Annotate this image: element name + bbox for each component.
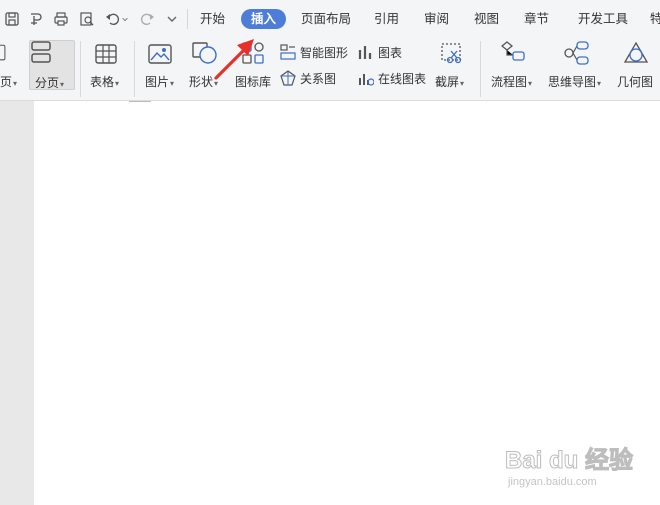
page-break-button[interactable]: 分页▾	[29, 40, 75, 90]
blank-page-label: 页	[0, 75, 13, 89]
red-arrow-annotation	[214, 39, 254, 80]
redo-icon[interactable]	[138, 10, 156, 28]
mind-map-icon	[564, 41, 589, 65]
more-commands-icon[interactable]	[163, 10, 181, 28]
page-break-label: 分页	[35, 76, 60, 90]
tab-view[interactable]: 视图	[474, 9, 499, 29]
tab-developer[interactable]: 开发工具	[578, 9, 628, 29]
blank-page-button[interactable]: 页▾	[0, 37, 22, 97]
flowchart-button[interactable]: 流程图▾	[488, 37, 540, 97]
table-label: 表格	[90, 75, 115, 89]
online-chart-icon	[359, 74, 374, 86]
relation-chart-icon	[280, 70, 296, 86]
ribbon-divider	[80, 41, 81, 97]
relation-chart-label: 关系图	[300, 72, 337, 86]
save-icon[interactable]	[3, 10, 21, 28]
screenshot-button[interactable]: 截屏▾	[432, 37, 472, 97]
tab-page-layout[interactable]: 页面布局	[301, 9, 351, 29]
smart-graphic-label: 智能图形	[300, 46, 349, 60]
online-chart-label: 在线图表	[378, 72, 427, 86]
ribbon-divider	[480, 41, 481, 97]
flowchart-icon	[501, 41, 525, 61]
print-icon[interactable]	[52, 10, 70, 28]
smart-graphic-icon	[280, 44, 296, 60]
page-icon	[0, 44, 6, 61]
tab-insert[interactable]: 插入	[241, 9, 287, 29]
geometry-button[interactable]: 几何图	[614, 37, 660, 97]
screenshot-label: 截屏	[435, 75, 460, 89]
watermark-main: Bai du 经验	[504, 447, 634, 475]
tab-home[interactable]: 开始	[200, 9, 225, 29]
undo-dropdown-icon[interactable]	[120, 10, 130, 28]
table-button[interactable]: 表格▾	[88, 37, 128, 97]
ribbon-divider	[134, 41, 135, 97]
online-chart-button[interactable]: 在线图表	[357, 68, 429, 88]
relation-chart-button[interactable]: 关系图	[279, 68, 349, 88]
divider	[187, 9, 188, 29]
title-menu-bar: 开始 插入 页面布局 引用 审阅 视图 章节 开发工具 特	[0, 0, 660, 37]
mind-map-button[interactable]: 思维导图▾	[545, 37, 609, 97]
baidu-watermark: Bai du 经验 jingyan.baidu.com	[504, 440, 655, 495]
geometry-label: 几何图	[617, 75, 654, 89]
tab-special[interactable]: 特	[650, 9, 660, 29]
export-pdf-icon[interactable]	[27, 10, 45, 28]
geometry-icon	[624, 42, 648, 63]
tab-review[interactable]: 审阅	[424, 9, 449, 29]
flowchart-label: 流程图	[491, 75, 528, 89]
picture-label: 图片	[145, 75, 170, 89]
print-preview-icon[interactable]	[78, 10, 96, 28]
chart-icon	[358, 46, 372, 59]
tab-references[interactable]: 引用	[374, 9, 399, 29]
ruler-marker	[129, 101, 151, 102]
chart-label: 图表	[378, 46, 403, 60]
smart-graphic-button[interactable]: 智能图形	[279, 42, 353, 62]
page-break-icon	[31, 41, 51, 63]
watermark-sub: jingyan.baidu.com	[508, 476, 597, 488]
ribbon-toolbar: 页▾ 分页▾ 表格▾ 图片▾ 形状▾ 图标库 智能图形 关系图 图表 在线图表 …	[0, 37, 660, 101]
picture-button[interactable]: 图片▾	[142, 37, 180, 97]
mind-map-label: 思维导图	[548, 75, 597, 89]
chart-button[interactable]: 图表	[357, 42, 409, 62]
picture-icon	[148, 44, 172, 64]
table-icon	[95, 44, 117, 64]
scissors-icon	[441, 43, 462, 64]
tab-section[interactable]: 章节	[524, 9, 549, 29]
